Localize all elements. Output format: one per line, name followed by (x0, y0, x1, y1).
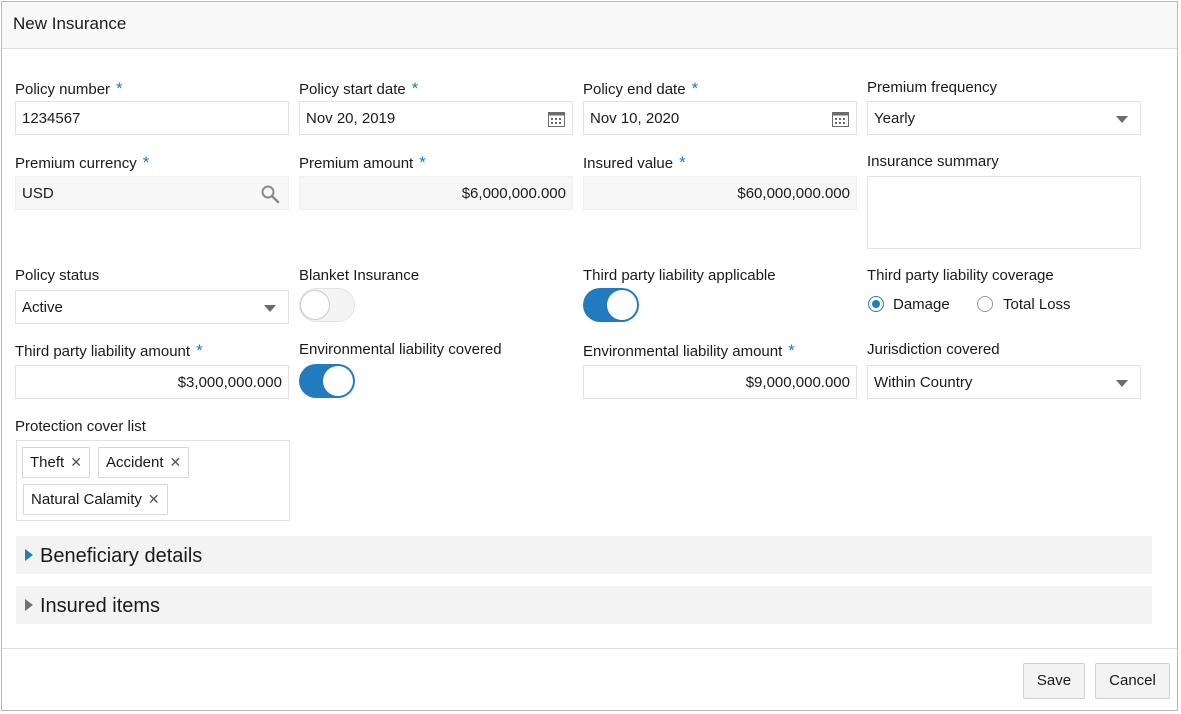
radio-total-loss-label[interactable]: Total Loss (1003, 296, 1071, 313)
toggle-knob (607, 290, 637, 320)
premium-currency-input[interactable]: USD (15, 176, 289, 210)
premium-amount-input[interactable]: $6,000,000.000 (299, 176, 573, 210)
save-button[interactable]: Save (1023, 663, 1085, 699)
required-marker: * (419, 153, 426, 172)
calendar-icon[interactable] (548, 110, 565, 127)
close-icon[interactable]: ✕ (148, 491, 160, 507)
dialog-title: New Insurance (13, 14, 127, 33)
cancel-button[interactable]: Cancel (1095, 663, 1170, 699)
environmental-amount-label: Environmental liability amount * (583, 341, 795, 360)
policy-end-date-input[interactable]: Nov 10, 2020 (583, 101, 857, 135)
premium-frequency-select[interactable]: Yearly (867, 101, 1141, 135)
premium-currency-label: Premium currency * (15, 153, 150, 172)
toggle-knob (323, 366, 353, 396)
required-marker: * (679, 153, 686, 172)
policy-start-date-label: Policy start date * (299, 79, 419, 98)
search-icon[interactable] (260, 184, 280, 204)
policy-end-date-label: Policy end date * (583, 79, 699, 98)
expand-triangle-icon (25, 549, 33, 561)
protection-cover-label: Protection cover list (15, 418, 146, 435)
environmental-covered-label: Environmental liability covered (299, 341, 502, 358)
premium-frequency-label: Premium frequency (867, 79, 998, 96)
radio-total-loss[interactable] (977, 296, 993, 312)
insured-value-input[interactable]: $60,000,000.000 (583, 176, 857, 210)
third-party-applicable-label: Third party liability applicable (583, 267, 776, 284)
section-title: Beneficiary details (40, 545, 203, 567)
radio-damage[interactable] (868, 296, 884, 312)
required-marker: * (116, 79, 123, 98)
policy-start-date-input[interactable]: Nov 20, 2019 (299, 101, 573, 135)
section-title: Insured items (40, 595, 161, 617)
third-party-amount-label: Third party liability amount * (15, 341, 203, 360)
chevron-down-icon (1116, 380, 1128, 387)
third-party-coverage-label: Third party liability coverage (867, 267, 1054, 284)
policy-status-label: Policy status (15, 267, 100, 284)
blanket-insurance-toggle[interactable] (299, 288, 355, 322)
chip-accident: Accident ✕ (98, 447, 190, 478)
jurisdiction-label: Jurisdiction covered (867, 341, 1000, 358)
policy-number-label: Policy number * (15, 79, 123, 98)
insured-value-label: Insured value * (583, 153, 686, 172)
toggle-knob (300, 290, 330, 320)
required-marker: * (196, 341, 203, 360)
section-insured-items[interactable]: Insured items (16, 586, 1152, 624)
third-party-applicable-toggle[interactable] (583, 288, 639, 322)
blanket-insurance-label: Blanket Insurance (299, 267, 420, 284)
radio-damage-label[interactable]: Damage (893, 296, 950, 313)
jurisdiction-select[interactable]: Within Country (867, 365, 1141, 399)
policy-number-input[interactable]: 1234567 (15, 101, 289, 135)
required-marker: * (411, 79, 419, 98)
close-icon[interactable]: ✕ (170, 454, 182, 470)
policy-status-select[interactable]: Active (15, 290, 289, 324)
new-insurance-dialog: New Insurance Policy number * 1234567 Pol… (1, 1, 1178, 711)
footer-divider (2, 648, 1177, 649)
chevron-down-icon (1116, 116, 1128, 123)
chevron-down-icon (264, 305, 276, 312)
calendar-icon[interactable] (832, 110, 849, 127)
insurance-summary-textarea[interactable] (867, 176, 1141, 249)
third-party-amount-input[interactable]: $3,000,000.000 (15, 365, 289, 399)
chip-natural-calamity: Natural Calamity ✕ (23, 484, 168, 515)
expand-triangle-icon (25, 599, 33, 611)
protection-cover-input[interactable]: Theft ✕ Accident ✕ Natural Calamity ✕ (16, 440, 290, 521)
required-marker: * (691, 79, 699, 98)
insurance-summary-label: Insurance summary (867, 153, 999, 170)
environmental-covered-toggle[interactable] (299, 364, 355, 398)
dialog-header: New Insurance (2, 2, 1177, 49)
required-marker: * (788, 341, 795, 360)
environmental-amount-input[interactable]: $9,000,000.000 (583, 365, 857, 399)
premium-amount-label: Premium amount * (299, 153, 426, 172)
close-icon[interactable]: ✕ (70, 454, 82, 470)
required-marker: * (142, 153, 150, 172)
chip-theft: Theft ✕ (22, 447, 90, 478)
section-beneficiary-details[interactable]: Beneficiary details (16, 536, 1152, 574)
